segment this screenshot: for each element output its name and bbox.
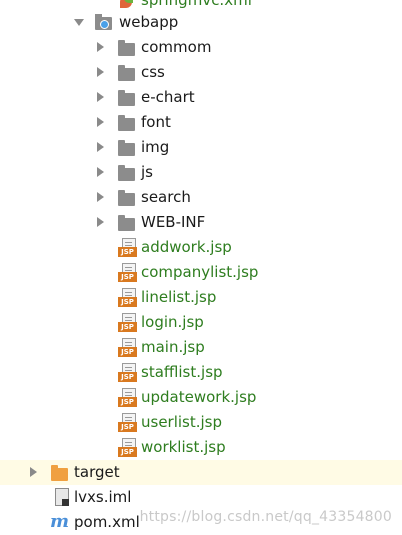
- collapse-arrow-icon[interactable]: [97, 92, 104, 102]
- tree-row-jsp[interactable]: JSP companylist.jsp: [0, 260, 402, 285]
- tree-row-jsp[interactable]: JSP updatework.jsp: [0, 385, 402, 410]
- jsp-file-label: worklist.jsp: [141, 438, 226, 456]
- collapse-arrow-icon[interactable]: [97, 192, 104, 202]
- collapse-arrow-icon[interactable]: [97, 142, 104, 152]
- jsp-file-label: companylist.jsp: [141, 263, 259, 281]
- file-label-pom: pom.xml: [74, 513, 140, 531]
- tree-row-folder[interactable]: css: [0, 60, 402, 85]
- tree-row-folder[interactable]: e-chart: [0, 85, 402, 110]
- tree-row-folder[interactable]: img: [0, 135, 402, 160]
- expand-arrow-icon[interactable]: [74, 19, 84, 26]
- tree-row-folder[interactable]: WEB-INF: [0, 210, 402, 235]
- folder-icon: [118, 215, 135, 231]
- folder-icon: [118, 140, 135, 156]
- folder-icon: [118, 90, 135, 106]
- folder-label: search: [141, 188, 191, 206]
- iml-file-icon: [55, 488, 69, 506]
- tree-row-webapp[interactable]: webapp: [0, 10, 402, 35]
- folder-label: e-chart: [141, 88, 195, 106]
- jsp-file-label: main.jsp: [141, 338, 205, 356]
- watermark: https://blog.csdn.net/qq_43354800: [139, 509, 392, 525]
- jsp-file-label: stafflist.jsp: [141, 363, 223, 381]
- folder-label: js: [141, 163, 153, 181]
- folder-label: css: [141, 63, 165, 81]
- jsp-file-icon: JSP: [118, 238, 137, 258]
- collapse-arrow-icon[interactable]: [30, 467, 37, 477]
- folder-icon: [118, 115, 135, 131]
- tree-row-folder[interactable]: font: [0, 110, 402, 135]
- tree-row-jsp[interactable]: JSP login.jsp: [0, 310, 402, 335]
- folder-icon: [118, 40, 135, 56]
- tree-row-target[interactable]: target: [0, 460, 402, 485]
- tree-row-jsp[interactable]: JSP addwork.jsp: [0, 235, 402, 260]
- tree-row-jsp[interactable]: JSP main.jsp: [0, 335, 402, 360]
- folder-label: commom: [141, 38, 212, 56]
- spring-xml-icon: [118, 0, 134, 8]
- jsp-file-icon: JSP: [118, 438, 137, 458]
- jsp-file-label: login.jsp: [141, 313, 204, 331]
- file-label-iml: lvxs.iml: [74, 488, 132, 506]
- folder-label: font: [141, 113, 171, 131]
- jsp-file-icon: JSP: [118, 363, 137, 383]
- jsp-file-label: addwork.jsp: [141, 238, 232, 256]
- folder-icon: [118, 65, 135, 81]
- jsp-file-icon: JSP: [118, 388, 137, 408]
- collapse-arrow-icon[interactable]: [97, 167, 104, 177]
- tree-row-folder[interactable]: search: [0, 185, 402, 210]
- tree-row-jsp[interactable]: JSP linelist.jsp: [0, 285, 402, 310]
- jsp-file-label: updatework.jsp: [141, 388, 257, 406]
- folder-label: img: [141, 138, 170, 156]
- collapse-arrow-icon[interactable]: [97, 217, 104, 227]
- jsp-file-icon: JSP: [118, 288, 137, 308]
- tree-row-jsp[interactable]: JSP userlist.jsp: [0, 410, 402, 435]
- web-folder-icon: [95, 14, 112, 30]
- jsp-file-icon: JSP: [118, 338, 137, 358]
- jsp-file-label: linelist.jsp: [141, 288, 217, 306]
- collapse-arrow-icon[interactable]: [97, 67, 104, 77]
- folder-label-webapp: webapp: [119, 13, 179, 31]
- target-folder-icon: [51, 465, 68, 481]
- jsp-file-icon: JSP: [118, 413, 137, 433]
- collapse-arrow-icon[interactable]: [97, 117, 104, 127]
- tree-row-folder[interactable]: js: [0, 160, 402, 185]
- jsp-file-icon: JSP: [118, 313, 137, 333]
- tree-row-iml[interactable]: lvxs.iml: [0, 485, 402, 510]
- tree-row-jsp[interactable]: JSP worklist.jsp: [0, 435, 402, 460]
- jsp-file-icon: JSP: [118, 263, 137, 283]
- folder-icon: [118, 190, 135, 206]
- folder-icon: [118, 165, 135, 181]
- jsp-file-label: userlist.jsp: [141, 413, 223, 431]
- folder-label-target: target: [74, 463, 120, 481]
- collapse-arrow-icon[interactable]: [97, 42, 104, 52]
- maven-icon: m: [50, 511, 70, 532]
- tree-row-jsp[interactable]: JSP stafflist.jsp: [0, 360, 402, 385]
- tree-row-folder[interactable]: commom: [0, 35, 402, 60]
- folder-label: WEB-INF: [141, 213, 206, 231]
